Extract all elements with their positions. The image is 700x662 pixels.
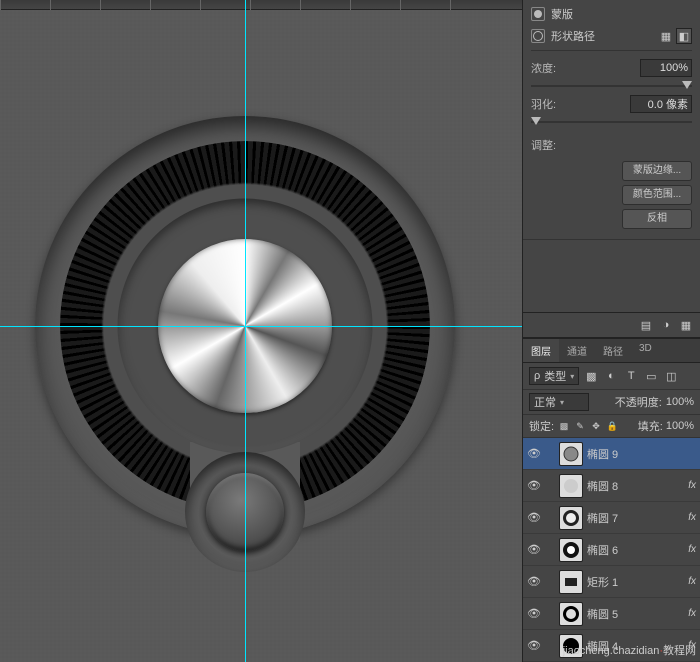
color-range-button[interactable]: 颜色范围... xyxy=(622,185,692,205)
layer-thumbnail[interactable] xyxy=(559,538,583,562)
layer-thumbnail[interactable] xyxy=(559,602,583,626)
tab-channels[interactable]: 通道 xyxy=(559,339,595,362)
filter-type-dropdown[interactable]: ρ类型▾ xyxy=(529,367,579,385)
fill-value[interactable]: 100% xyxy=(666,420,694,432)
layers-tabs: 图层 通道 路径 3D xyxy=(523,339,700,363)
watermark: jiaocheng.chazidian·教程网 xyxy=(563,642,696,658)
layer-thumbnail[interactable] xyxy=(559,474,583,498)
guide-vertical[interactable] xyxy=(245,0,246,662)
filter-type-icon[interactable]: T xyxy=(623,368,639,384)
layer-name[interactable]: 椭圆 6 xyxy=(587,542,684,558)
layer-name[interactable]: 椭圆 9 xyxy=(587,446,696,462)
layer-lock-row: 锁定: ▩ ✎ ✥ 🔒 填充: 100% xyxy=(523,415,700,438)
density-input[interactable] xyxy=(640,59,692,77)
visibility-eye-icon[interactable]: 👁 xyxy=(527,479,541,492)
feather-input[interactable] xyxy=(630,95,692,113)
layer-filter-toolbar: ρ类型▾ ▩ ◐ T ▭ ◫ xyxy=(523,363,700,390)
visibility-eye-icon[interactable]: 👁 xyxy=(527,575,541,588)
panel-dock-icons: ▤ ◑ ▦ xyxy=(523,312,700,338)
layer-row[interactable]: 👁 椭圆 8 fx xyxy=(523,470,700,502)
ruler-horizontal xyxy=(0,0,522,10)
lock-position-icon[interactable]: ✥ xyxy=(589,419,603,433)
path-chip-icon xyxy=(531,29,545,43)
filter-pixel-icon[interactable]: ▩ xyxy=(583,368,599,384)
panel-icon-3[interactable]: ▦ xyxy=(678,317,694,333)
mask-edge-button[interactable]: 蒙版边缘... xyxy=(622,161,692,181)
layer-name[interactable]: 矩形 1 xyxy=(587,574,684,590)
mask-chip-icon xyxy=(531,7,545,21)
lock-pixels-icon[interactable]: ✎ xyxy=(573,419,587,433)
layers-panel: 图层 通道 路径 3D ρ类型▾ ▩ ◐ T ▭ ◫ 正常▾ 不透明度: 100… xyxy=(523,338,700,662)
adjust-label: 调整: xyxy=(531,137,556,153)
layer-fx-badge[interactable]: fx xyxy=(688,576,696,587)
masks-tab-label: 蒙版 xyxy=(551,6,573,22)
right-panel: 蒙版 形状路径 ▦ ◧ 浓度: 羽化: 调整: 蒙版边缘... 颜色范围... xyxy=(522,0,700,662)
feather-label: 羽化: xyxy=(531,96,556,112)
layer-row[interactable]: 👁 矩形 1 fx xyxy=(523,566,700,598)
lock-transparent-icon[interactable]: ▩ xyxy=(557,419,571,433)
lock-label: 锁定: xyxy=(529,418,554,434)
layer-thumbnail[interactable] xyxy=(559,442,583,466)
visibility-eye-icon[interactable]: 👁 xyxy=(527,543,541,556)
layer-row[interactable]: 👁 椭圆 5 fx xyxy=(523,598,700,630)
visibility-eye-icon[interactable]: 👁 xyxy=(527,639,541,652)
layer-row[interactable]: 👁 椭圆 7 fx xyxy=(523,502,700,534)
panel-icon-1[interactable]: ▤ xyxy=(638,317,654,333)
guide-horizontal[interactable] xyxy=(0,326,522,327)
opacity-value[interactable]: 100% xyxy=(666,396,694,408)
invert-button[interactable]: 反相 xyxy=(622,209,692,229)
filter-adjust-icon[interactable]: ◐ xyxy=(603,368,619,384)
layers-list[interactable]: 👁 椭圆 9 👁 椭圆 8 fx 👁 椭圆 7 fx 👁 椭圆 6 fx 👁 矩形 1 fx 👁 椭圆 5 fx… xyxy=(523,438,700,662)
density-label: 浓度: xyxy=(531,60,556,76)
layer-row[interactable]: 👁 椭圆 9 xyxy=(523,438,700,470)
layer-name[interactable]: 椭圆 7 xyxy=(587,510,684,526)
feather-slider[interactable] xyxy=(531,121,692,123)
blend-mode-dropdown[interactable]: 正常▾ xyxy=(529,393,589,411)
layer-fx-badge[interactable]: fx xyxy=(688,480,696,491)
layer-thumbnail[interactable] xyxy=(559,570,583,594)
fill-label: 填充: xyxy=(638,418,663,434)
visibility-eye-icon[interactable]: 👁 xyxy=(527,511,541,524)
layer-fx-badge[interactable]: fx xyxy=(688,512,696,523)
visibility-eye-icon[interactable]: 👁 xyxy=(527,447,541,460)
tab-3d[interactable]: 3D xyxy=(631,339,660,362)
layer-row[interactable]: 👁 椭圆 6 fx xyxy=(523,534,700,566)
visibility-eye-icon[interactable]: 👁 xyxy=(527,607,541,620)
canvas-area[interactable] xyxy=(0,0,522,662)
lock-all-icon[interactable]: 🔒 xyxy=(605,419,619,433)
filter-smart-icon[interactable]: ◫ xyxy=(663,368,679,384)
layer-name[interactable]: 椭圆 5 xyxy=(587,606,684,622)
tab-layers[interactable]: 图层 xyxy=(523,339,559,362)
tab-paths[interactable]: 路径 xyxy=(595,339,631,362)
layer-thumbnail[interactable] xyxy=(559,506,583,530)
filter-shape-icon[interactable]: ▭ xyxy=(643,368,659,384)
opacity-label: 不透明度: xyxy=(615,394,662,410)
layer-fx-badge[interactable]: fx xyxy=(688,608,696,619)
artboard[interactable] xyxy=(0,10,522,662)
layer-fx-badge[interactable]: fx xyxy=(688,544,696,555)
pixel-mask-icon[interactable]: ▦ xyxy=(658,28,674,44)
masks-panel: 蒙版 形状路径 ▦ ◧ 浓度: 羽化: 调整: 蒙版边缘... 颜色范围... xyxy=(523,0,700,240)
shape-path-label: 形状路径 xyxy=(551,28,595,44)
layer-blend-row: 正常▾ 不透明度: 100% xyxy=(523,390,700,415)
layer-name[interactable]: 椭圆 8 xyxy=(587,478,684,494)
vector-mask-icon[interactable]: ◧ xyxy=(676,28,692,44)
density-slider[interactable] xyxy=(531,85,692,87)
panel-icon-2[interactable]: ◑ xyxy=(658,317,674,333)
